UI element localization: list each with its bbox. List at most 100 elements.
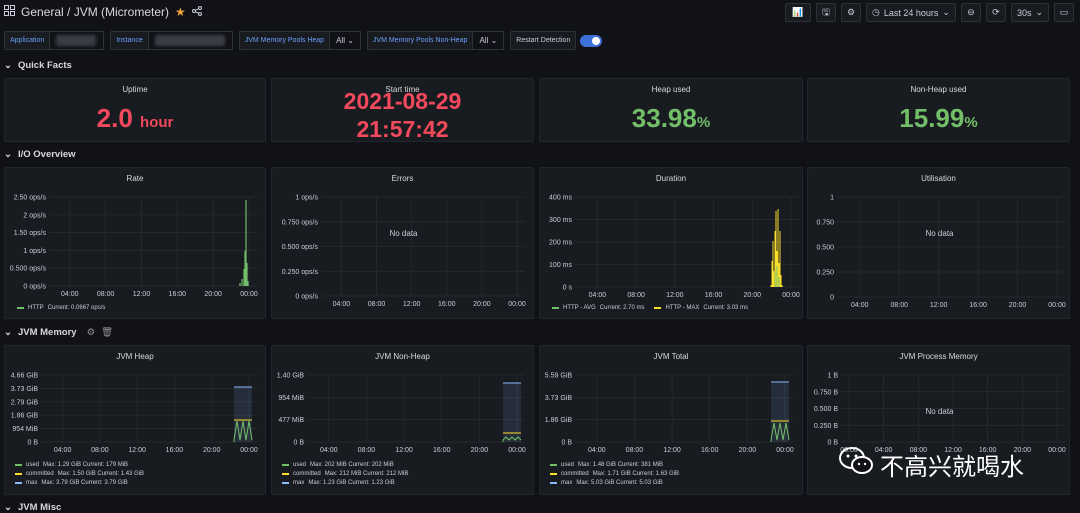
x-tick-label: 00:00 [1048,302,1066,309]
redacted-value [154,35,225,46]
row-jvm-misc[interactable]: ⌄ JVM Misc [4,502,61,513]
y-tick-label: 300 ms [549,217,572,224]
legend-name: committed [293,471,321,477]
variable-nonheap-pools: JVM Memory Pools Non-Heap All ⌄ [366,31,505,50]
x-tick-label: 20:00 [204,291,222,298]
legend-item[interactable]: committed Max: 212 MiB Current: 212 MiB [282,471,408,477]
nonheap-pools-select[interactable]: All ⌄ [473,31,505,50]
clock-icon: ◷ [871,7,880,17]
refresh-interval-picker[interactable]: 30s ⌄ [1010,3,1049,22]
time-picker[interactable]: ◷ Last 24 hours ⌄ [865,3,956,22]
rate-chart: 2.50 ops/s 2 ops/s 1.50 ops/s 1 ops/s 0.500 … [10,195,258,299]
x-tick-label: 00:00 [508,447,526,454]
legend-item[interactable]: used Max: 1.29 GiB Current: 179 MiB [15,462,144,468]
legend-item[interactable]: used Max: 202 MiB Current: 202 MiB [282,462,408,468]
utilisation-grid: 1 0.750 0.500 0.250 0 04:00 08:00 12:00 16:00 20:… [816,195,1065,310]
add-panel-button[interactable]: 📊 [784,3,811,22]
y-tick-label: 2 ops/s [23,212,46,219]
legend-value: Max: 212 MiB Current: 212 MiB [324,471,409,477]
x-tick-label: 04:00 [588,447,606,454]
tv-mode-button[interactable]: ▭ [1054,3,1074,22]
panel-jvm-total[interactable]: JVM Total 5.59 GiB 3.73 GiB 1.86 GiB 0 B 04:… [539,345,803,495]
legend-item[interactable]: HTTP - AVG Current: 2.70 ms [552,305,644,311]
panel-rate[interactable]: Rate 2.50 ops/s 2 ops/s 1.50 ops/s 1 ops/s 0… [4,167,266,319]
application-select[interactable] [50,31,105,50]
gear-icon[interactable]: ⚙ [87,327,96,338]
variable-label: Application [4,31,51,50]
x-tick-label: 16:00 [705,292,723,299]
variables-bar: Application Instance JVM Memory Pools He… [4,31,603,50]
legend-swatch [15,473,22,475]
settings-button[interactable]: ⚙ [840,3,861,22]
select-value: All [336,36,345,45]
save-button[interactable]: 🖫 [815,3,836,22]
legend-item[interactable]: max Max: 3.79 GiB Current: 3.79 GiB [15,480,144,486]
legend-item[interactable]: used Max: 1.48 GiB Current: 381 MiB [550,462,679,468]
x-tick-label: 08:00 [890,302,908,309]
share-icon[interactable] [191,5,202,19]
panel-utilisation[interactable]: Utilisation 1 0.750 0.500 0.250 0 04:00 08:00 1… [807,167,1070,319]
star-icon[interactable]: ★ [175,5,186,19]
panel-nonheap-used[interactable]: Non-Heap used 15.99% [807,78,1070,142]
y-tick-label: 0.750 [816,220,834,227]
x-tick-label: 12:00 [666,292,684,299]
y-tick-label: 2.79 GiB [11,399,39,406]
legend-item[interactable]: max Max: 1.23 GiB Current: 1.23 GiB [282,480,408,486]
legend-item[interactable]: max Max: 5.03 GiB Current: 5.03 GiB [550,480,679,486]
y-tick-label: 1.86 GiB [11,413,39,420]
y-tick-label: 1.40 GiB [277,373,305,380]
row-title: I/O Overview [17,149,76,160]
row-title: JVM Memory [17,327,77,338]
legend-name: committed [561,471,589,477]
legend-value: Max: 1.23 GiB Current: 1.23 GiB [308,480,395,486]
x-tick-label: 00:00 [508,301,526,308]
heap-pools-select[interactable]: All ⌄ [330,31,361,50]
legend-item[interactable]: committed Max: 1.50 GiB Current: 1.43 GiB [15,471,144,477]
trash-icon[interactable]: 🗑 [101,327,113,338]
x-tick-label: 16:00 [433,447,451,454]
jvm-nonheap-grid: 1.40 GiB 954 MiB 477 MiB 0 B 04:00 08:00 12:00… [277,373,526,455]
x-tick-label: 04:00 [851,302,869,309]
x-tick-label: 00:00 [240,447,258,454]
legend-item[interactable]: HTTP - MAX Current: 3.03 ms [654,305,748,311]
panel-duration[interactable]: Duration 400 ms 300 ms 200 ms 100 ms 0 s 04:0… [539,167,803,319]
no-data-label: No data [925,229,954,238]
instance-select[interactable] [148,31,233,50]
y-tick-label: 1.50 ops/s [14,230,47,237]
y-tick-label: 0.500 ops/s [282,244,319,251]
panel-start-time[interactable]: Start time 2021-08-29 21:57:42 [271,78,534,142]
legend-value: Max: 1.48 GiB Current: 381 MiB [578,462,664,468]
panel-uptime[interactable]: Uptime 2.0 hour [4,78,266,142]
no-data-label: No data [389,229,418,238]
wechat-icon [838,446,874,483]
watermark: 不高兴就喝水 [838,446,1024,483]
y-tick-label: 477 MiB [278,417,304,424]
duration-series [770,209,783,287]
variable-application: Application [4,31,105,50]
row-io-overview[interactable]: ⌄ I/O Overview [4,149,76,160]
legend-item[interactable]: committed Max: 1.71 GiB Current: 1.63 GiB [550,471,679,477]
variable-instance: Instance [110,31,233,50]
x-tick-label: 20:00 [744,292,762,299]
errors-grid: 1 ops/s 0.750 ops/s 0.500 ops/s 0.250 ops/s… [282,195,526,309]
panel-jvm-heap[interactable]: JVM Heap 4.66 GiB 3.73 GiB 2.79 GiB 1.86 Gi… [4,345,266,495]
chevron-down-icon: ⌄ [347,36,354,45]
y-tick-label: 0 B [27,440,38,447]
legend-swatch [282,482,289,484]
start-date: 2021-08-29 [343,93,462,114]
legend-name: max [561,480,573,486]
row-quick-facts[interactable]: ⌄ Quick Facts [4,60,72,71]
panel-errors[interactable]: Errors 1 ops/s 0.750 ops/s 0.500 ops/s 0.25… [271,167,534,319]
dashboards-grid-icon[interactable] [4,5,15,19]
panel-heap-used[interactable]: Heap used 33.98% [539,78,803,142]
dashboard-title[interactable]: General / JVM (Micrometer) [21,5,169,19]
row-jvm-memory[interactable]: ⌄ JVM Memory ⚙ 🗑 [4,327,113,338]
zoom-out-button[interactable]: ⊖ [960,3,981,22]
y-tick-label: 0 s [563,285,573,292]
legend-item[interactable]: HTTP Current: 0.0667 ops/s [17,305,105,311]
refresh-button[interactable]: ⟳ [985,3,1006,22]
restart-detection-toggle[interactable] [580,34,603,47]
legend-name: HTTP - MAX [665,305,700,311]
refresh-interval-label: 30s [1016,7,1032,18]
panel-jvm-nonheap[interactable]: JVM Non-Heap 1.40 GiB 954 MiB 477 MiB 0 B 04… [271,345,534,495]
